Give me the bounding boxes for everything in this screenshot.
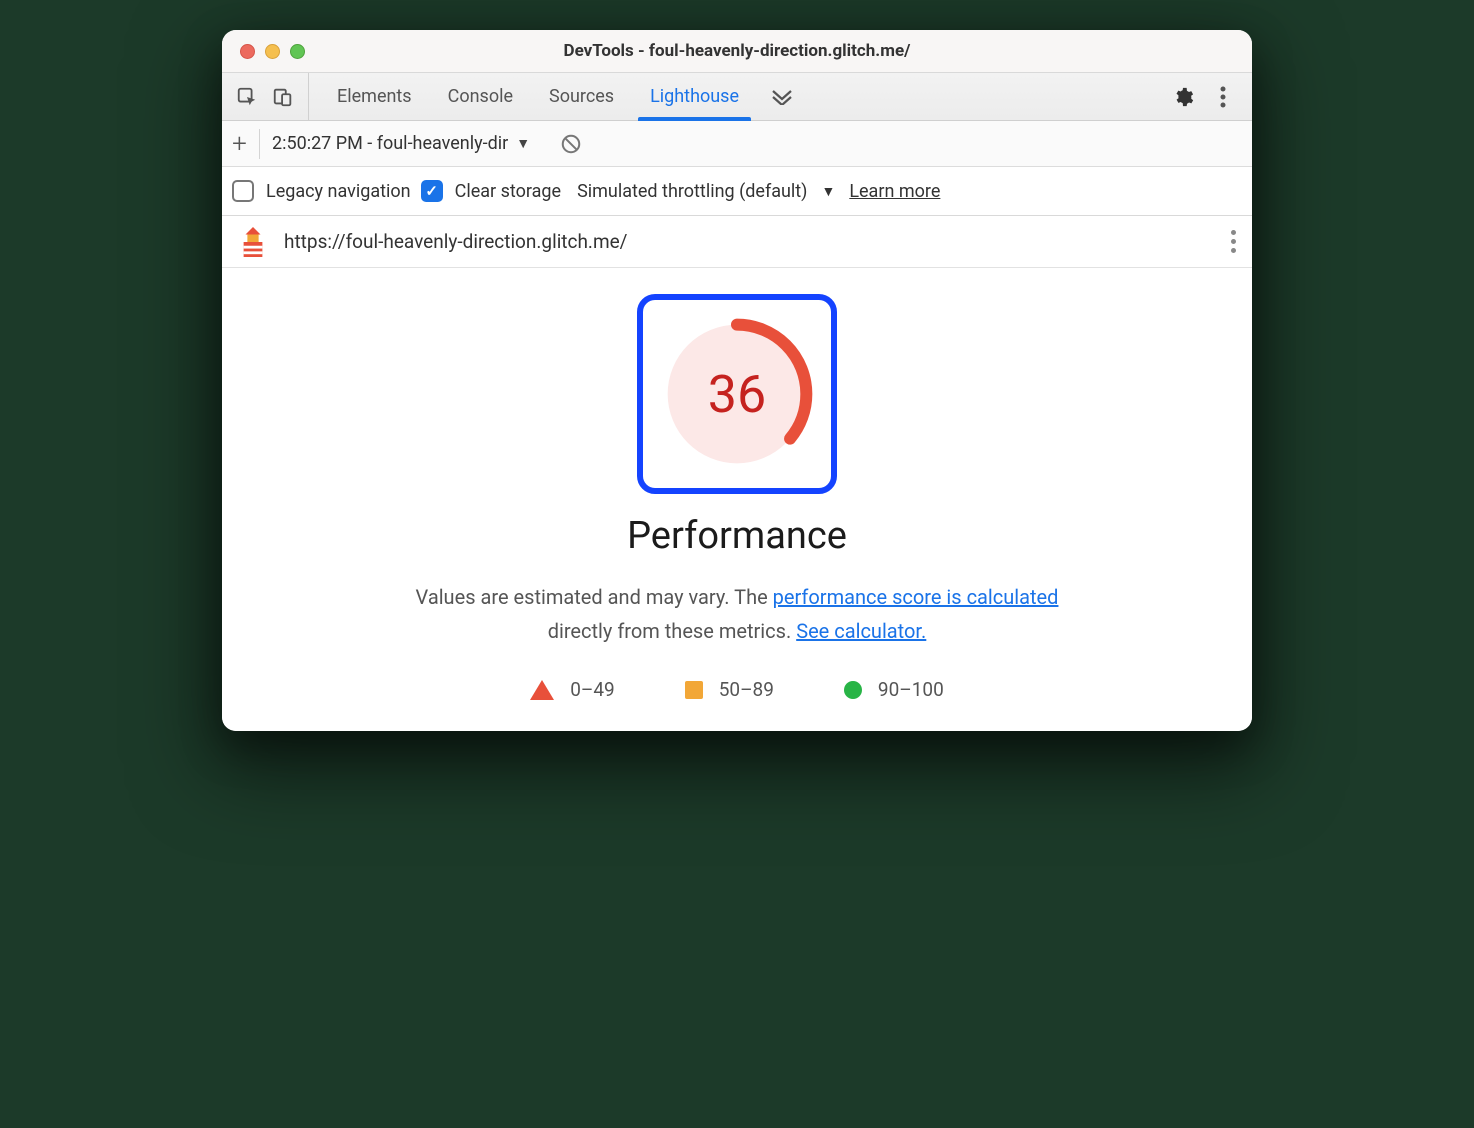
performance-description: Values are estimated and may vary. The p… [252, 580, 1222, 648]
tabs-overflow-icon[interactable] [757, 73, 807, 120]
device-toggle-icon[interactable] [272, 86, 294, 108]
performance-gauge[interactable]: 36 [657, 314, 817, 474]
report-url: https://foul-heavenly-direction.glitch.m… [284, 230, 1215, 253]
settings-gear-icon[interactable] [1172, 86, 1194, 108]
zoom-window-button[interactable] [290, 44, 305, 59]
see-calculator-link[interactable]: See calculator. [796, 619, 926, 643]
traffic-lights [222, 44, 305, 59]
triangle-icon [530, 680, 554, 700]
checkbox-checked-icon[interactable] [421, 180, 443, 202]
tab-label: Sources [549, 86, 614, 107]
report-dropdown-label: 2:50:27 PM - foul-heavenly-dir [272, 133, 508, 154]
legend-average: 50–89 [685, 678, 774, 701]
square-icon [685, 681, 703, 699]
window-title: DevTools - foul-heavenly-direction.glitc… [222, 41, 1252, 61]
lighthouse-options: Legacy navigation Clear storage Simulate… [222, 167, 1252, 216]
minimize-window-button[interactable] [265, 44, 280, 59]
tab-elements[interactable]: Elements [319, 73, 430, 120]
circle-icon [844, 681, 862, 699]
report-header: https://foul-heavenly-direction.glitch.m… [222, 216, 1252, 268]
legend-label: 50–89 [719, 678, 774, 701]
inspect-element-icon[interactable] [236, 86, 258, 108]
legend-pass: 90–100 [844, 678, 944, 701]
checkbox-unchecked-icon[interactable] [232, 180, 254, 202]
legend-label: 0–49 [570, 678, 615, 701]
legend-fail: 0–49 [530, 678, 615, 701]
report-content: 36 Performance Values are estimated and … [222, 268, 1252, 731]
report-dropdown[interactable]: 2:50:27 PM - foul-heavenly-dir ▼ [272, 133, 538, 154]
throttling-label: Simulated throttling (default) [577, 181, 807, 202]
tab-lighthouse[interactable]: Lighthouse [632, 73, 757, 120]
clear-icon[interactable] [560, 133, 582, 155]
score-calc-link[interactable]: performance score is calculated [773, 585, 1059, 609]
main-tabbar: Elements Console Sources Lighthouse [222, 72, 1252, 121]
new-report-button[interactable]: + [230, 129, 260, 159]
kebab-menu-icon[interactable] [1212, 86, 1234, 108]
tab-console[interactable]: Console [430, 73, 531, 120]
dropdown-caret-icon: ▼ [516, 135, 530, 152]
option-label: Clear storage [455, 181, 561, 202]
close-window-button[interactable] [240, 44, 255, 59]
tab-sources[interactable]: Sources [531, 73, 632, 120]
lighthouse-toolbar: + 2:50:27 PM - foul-heavenly-dir ▼ [222, 121, 1252, 167]
throttling-dropdown[interactable]: Simulated throttling (default) ▼ [577, 181, 835, 202]
report-menu-icon[interactable] [1231, 230, 1236, 253]
legend-label: 90–100 [878, 678, 944, 701]
learn-more-link[interactable]: Learn more [849, 181, 940, 202]
performance-title: Performance [252, 514, 1222, 558]
option-label: Legacy navigation [266, 181, 411, 202]
tab-label: Elements [337, 86, 412, 107]
tab-list: Elements Console Sources Lighthouse [309, 73, 1154, 120]
tab-label: Console [448, 86, 513, 107]
titlebar: DevTools - foul-heavenly-direction.glitc… [222, 30, 1252, 72]
clear-storage-option[interactable]: Clear storage [421, 180, 561, 202]
dropdown-caret-icon: ▼ [821, 183, 835, 200]
tab-label: Lighthouse [650, 86, 739, 107]
tabbar-right [1154, 73, 1252, 120]
lighthouse-logo-icon [238, 227, 268, 257]
tabbar-left [222, 73, 309, 120]
performance-score: 36 [657, 314, 817, 474]
desc-text: Values are estimated and may vary. The [416, 585, 773, 609]
score-highlight-box: 36 [637, 294, 837, 494]
legacy-navigation-option[interactable]: Legacy navigation [232, 180, 411, 202]
desc-text: directly from these metrics. [548, 619, 797, 643]
score-legend: 0–49 50–89 90–100 [252, 678, 1222, 701]
devtools-window: DevTools - foul-heavenly-direction.glitc… [222, 30, 1252, 731]
